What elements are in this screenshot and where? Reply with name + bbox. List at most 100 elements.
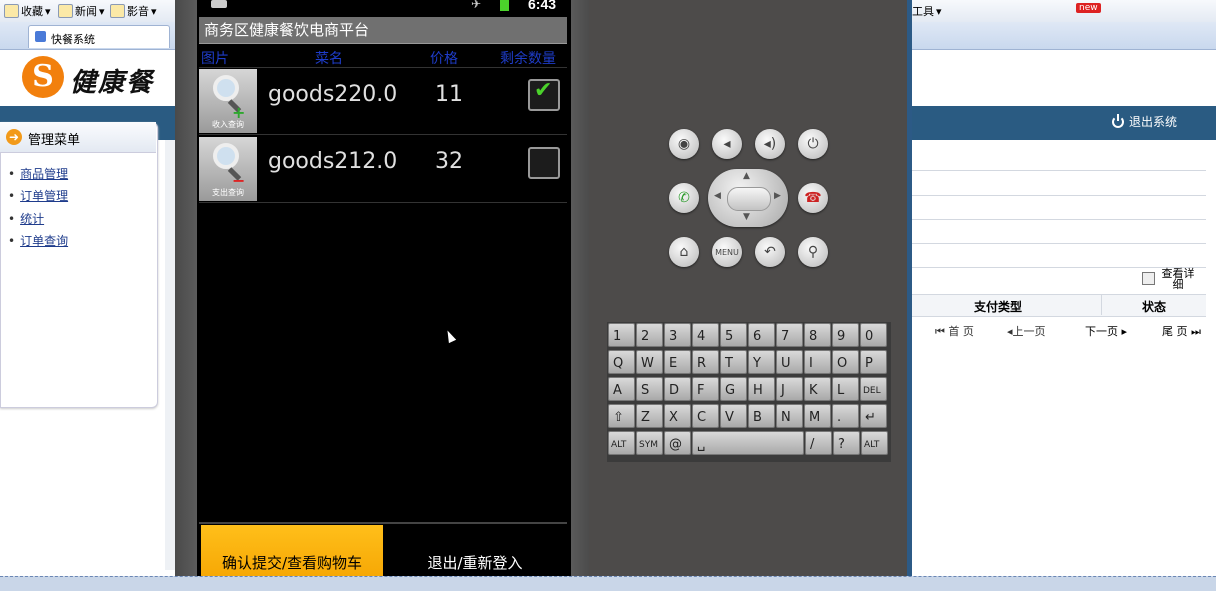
key-2-2[interactable]: D: [664, 377, 691, 401]
key-0-6[interactable]: 7: [776, 323, 803, 347]
key-4-4[interactable]: /: [805, 431, 832, 455]
window-border: [907, 0, 912, 590]
key-2-3[interactable]: F: [692, 377, 719, 401]
key-1-7[interactable]: I: [804, 350, 831, 374]
pager-last[interactable]: 尾 页 ⏭: [1162, 323, 1201, 339]
divider: [199, 67, 567, 68]
key-3-2[interactable]: X: [664, 404, 691, 428]
goods-thumbnail: + 收入查询: [199, 69, 257, 133]
goods-price: 32: [435, 149, 463, 174]
pager-next[interactable]: 下一页 ▸: [1085, 323, 1127, 339]
key-0-7[interactable]: 8: [804, 323, 831, 347]
key-3-5[interactable]: B: [748, 404, 775, 428]
key-4-3[interactable]: ␣: [692, 431, 804, 455]
app-title-bar: 商务区健康餐饮电商平台: [199, 17, 567, 44]
logout-link[interactable]: 退出系统: [1112, 113, 1177, 130]
key-1-8[interactable]: O: [832, 350, 859, 374]
search-icon[interactable]: ⚲: [798, 237, 828, 267]
menu-button[interactable]: MENU: [712, 237, 742, 267]
divider: [199, 134, 567, 135]
logo-mark: S: [32, 59, 54, 94]
dpad-up-icon[interactable]: ▲: [743, 171, 750, 181]
status-bar: ✈: [197, 0, 571, 14]
key-3-9[interactable]: ↵: [860, 404, 887, 428]
pager-prev[interactable]: ◂上一页: [1007, 323, 1046, 339]
key-1-5[interactable]: Y: [748, 350, 775, 374]
key-4-0[interactable]: ALT: [608, 431, 635, 455]
call-icon[interactable]: ✆: [669, 183, 699, 213]
menu-item-order-query[interactable]: 订单查询: [8, 232, 68, 249]
key-0-9[interactable]: 0: [860, 323, 887, 347]
key-0-3[interactable]: 4: [692, 323, 719, 347]
airplane-icon: ✈: [471, 0, 482, 11]
key-1-3[interactable]: R: [692, 350, 719, 374]
menu-item-stats[interactable]: 统计: [8, 210, 44, 227]
col-image: 图片: [201, 51, 229, 67]
toolbar-tools[interactable]: 工具 ▾: [912, 3, 942, 19]
key-2-0[interactable]: A: [608, 377, 635, 401]
key-4-5[interactable]: ?: [833, 431, 860, 455]
key-3-6[interactable]: N: [776, 404, 803, 428]
volume-down-icon[interactable]: ◂: [712, 129, 742, 159]
divider: [912, 195, 1206, 196]
new-badge[interactable]: new: [1076, 3, 1101, 13]
dpad-down-icon[interactable]: ▼: [743, 212, 750, 222]
key-2-1[interactable]: S: [636, 377, 663, 401]
key-3-8[interactable]: .: [832, 404, 859, 428]
key-2-5[interactable]: H: [748, 377, 775, 401]
dpad-right-icon[interactable]: ▶: [774, 191, 781, 201]
key-0-1[interactable]: 2: [636, 323, 663, 347]
end-call-icon[interactable]: ☎: [798, 183, 828, 213]
key-1-9[interactable]: P: [860, 350, 887, 374]
back-icon[interactable]: ↶: [755, 237, 785, 267]
key-3-3[interactable]: C: [692, 404, 719, 428]
key-0-8[interactable]: 9: [832, 323, 859, 347]
key-1-1[interactable]: W: [636, 350, 663, 374]
folder-icon: [110, 4, 125, 18]
toolbar-favorites[interactable]: 收藏 ▾: [4, 3, 51, 19]
key-2-8[interactable]: L: [832, 377, 859, 401]
key-4-1[interactable]: SYM: [636, 431, 663, 455]
key-1-2[interactable]: E: [664, 350, 691, 374]
dpad-left-icon[interactable]: ◀: [714, 191, 721, 201]
notification-icon: [211, 0, 227, 8]
toolbar-news[interactable]: 新闻 ▾: [58, 3, 105, 19]
key-2-7[interactable]: K: [804, 377, 831, 401]
key-2-9[interactable]: DEL: [860, 377, 887, 401]
arrow-icon: ➜: [6, 129, 22, 145]
toolbar-media[interactable]: 影音 ▾: [110, 3, 157, 19]
key-1-4[interactable]: T: [720, 350, 747, 374]
goods-thumbnail: − 支出查询: [199, 137, 257, 201]
key-4-6[interactable]: ALT: [861, 431, 888, 455]
camera-icon[interactable]: ◉: [669, 129, 699, 159]
key-0-2[interactable]: 3: [664, 323, 691, 347]
key-4-2[interactable]: @: [664, 431, 691, 455]
key-3-1[interactable]: Z: [636, 404, 663, 428]
home-icon[interactable]: ⌂: [669, 237, 699, 267]
volume-up-icon[interactable]: ◂): [755, 129, 785, 159]
row-checkbox[interactable]: [528, 147, 560, 179]
key-3-7[interactable]: M: [804, 404, 831, 428]
key-2-4[interactable]: G: [720, 377, 747, 401]
col-pay-type: 支付类型: [974, 300, 1023, 314]
col-remaining: 剩余数量: [500, 51, 556, 67]
power-button-icon[interactable]: ⏻: [798, 129, 828, 159]
key-1-0[interactable]: Q: [608, 350, 635, 374]
menu-item-orders[interactable]: 订单管理: [8, 187, 68, 204]
view-detail-button[interactable]: 查看详细: [1142, 268, 1198, 290]
browser-tab[interactable]: 快餐系统: [28, 25, 170, 48]
dpad-center-button[interactable]: [727, 187, 771, 211]
page-icon: [35, 31, 46, 42]
key-0-5[interactable]: 6: [748, 323, 775, 347]
key-1-6[interactable]: U: [776, 350, 803, 374]
key-3-0[interactable]: ⇧: [608, 404, 635, 428]
key-3-4[interactable]: V: [720, 404, 747, 428]
col-status: 状态: [1142, 300, 1167, 314]
key-2-6[interactable]: J: [776, 377, 803, 401]
key-0-0[interactable]: 1: [608, 323, 635, 347]
divider: [912, 243, 1206, 244]
pager-first[interactable]: ⏮ 首 页: [935, 323, 974, 339]
menu-item-goods[interactable]: 商品管理: [8, 165, 68, 182]
key-0-4[interactable]: 5: [720, 323, 747, 347]
row-checkbox[interactable]: ✔: [528, 78, 560, 111]
